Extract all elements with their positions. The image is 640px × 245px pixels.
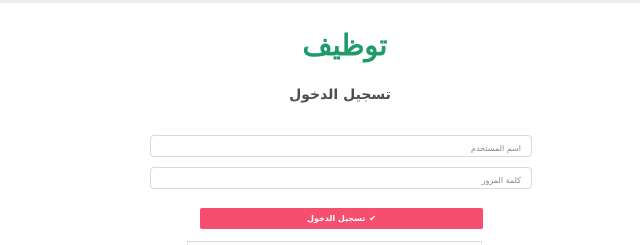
brand-logo-text: توظيف xyxy=(303,28,388,63)
check-icon: ✔ xyxy=(369,213,376,223)
username-field xyxy=(150,135,532,159)
login-button[interactable]: ✔ تسجيل الدخول xyxy=(200,208,483,229)
login-button-label: تسجيل الدخول xyxy=(307,214,366,223)
bottom-panel-edge xyxy=(187,241,482,245)
page-title: تسجيل الدخول xyxy=(289,87,391,103)
password-input[interactable] xyxy=(151,170,531,191)
password-field xyxy=(150,167,532,191)
username-input[interactable] xyxy=(151,138,531,159)
brand-logo: توظيف xyxy=(300,13,390,71)
login-page: توظيف تسجيل الدخول ✔ تسجيل الدخول xyxy=(0,3,640,245)
